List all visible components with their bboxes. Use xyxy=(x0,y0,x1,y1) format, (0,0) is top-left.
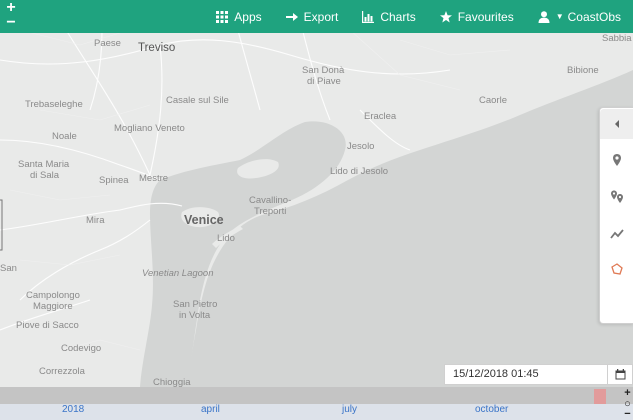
nav-favourites-label: Favourites xyxy=(457,9,514,24)
nav-apps-label: Apps xyxy=(234,9,262,24)
map-label-trebaseleghe: Trebaseleghe xyxy=(25,99,83,110)
map-label-lido-jesolo: Lido di Jesolo xyxy=(330,166,389,177)
map-label-di-sala: di Sala xyxy=(30,170,60,181)
map-label-in-volta: in Volta xyxy=(179,310,211,321)
map-label-treviso: Treviso xyxy=(138,42,176,54)
timeline-label-october[interactable]: october xyxy=(475,404,508,415)
timeline-zoom-out-button[interactable]: − xyxy=(622,409,633,420)
map-label-mogliano: Mogliano Veneto xyxy=(114,123,185,134)
line-tool-button[interactable] xyxy=(600,219,633,249)
nav-export-label: Export xyxy=(303,9,339,24)
nav-charts[interactable]: Charts xyxy=(350,0,427,33)
map-marker-icon xyxy=(613,154,621,166)
map-label-di-piave: di Piave xyxy=(307,76,341,87)
map-label-lido: Lido xyxy=(217,233,235,244)
map-label-correzzola: Correzzola xyxy=(39,366,85,377)
timeline-label-april[interactable]: april xyxy=(201,404,220,415)
bar-chart-icon xyxy=(362,10,375,23)
map-label-cavallino: Cavallino- xyxy=(249,195,292,206)
map-label-casale: Casale sul Sile xyxy=(166,95,229,106)
map-canvas[interactable] xyxy=(0,0,633,420)
map-label-treporti: Treporti xyxy=(254,206,287,217)
line-chart-icon xyxy=(610,229,624,239)
polygon-tool-button[interactable] xyxy=(600,254,633,284)
map-label-campolongo: Campolongo xyxy=(26,290,80,301)
zoom-out-button[interactable]: − xyxy=(2,15,20,31)
map-label-santa-maria: Santa Maria xyxy=(18,159,70,170)
timeline-label-2018[interactable]: 2018 xyxy=(62,404,84,415)
map-label-spinea: Spinea xyxy=(99,175,129,186)
map-label-mira: Mira xyxy=(86,215,105,226)
map-label-caorle: Caorle xyxy=(479,95,507,106)
map-label-san: San xyxy=(0,263,17,274)
star-icon xyxy=(439,10,452,22)
calendar-icon xyxy=(615,369,625,380)
map-label-mestre: Mestre xyxy=(139,173,169,184)
nav-menu: Apps Export Charts Favourites ▼ CoastObs xyxy=(204,0,633,33)
map-label-codevigo: Codevigo xyxy=(61,343,102,354)
multi-point-tool-button[interactable] xyxy=(600,182,633,212)
timeline[interactable] xyxy=(0,387,633,420)
nav-user-label: CoastObs xyxy=(567,9,621,24)
top-navbar: + − Apps Export Charts Favourites ▼ Coas… xyxy=(0,0,633,33)
timeline-axis[interactable] xyxy=(0,404,633,420)
map-label-piove: Piove di Sacco xyxy=(16,320,79,331)
grid-icon xyxy=(216,10,229,23)
map-label-san-pietro: San Pietro xyxy=(173,299,218,310)
map-label-bibione: Bibione xyxy=(567,65,599,76)
user-icon xyxy=(538,10,550,23)
map-label-jesolo: Jesolo xyxy=(347,141,375,152)
nav-user-menu[interactable]: ▼ CoastObs xyxy=(526,0,633,33)
chevron-down-icon: ▼ xyxy=(555,12,564,21)
nav-favourites[interactable]: Favourites xyxy=(428,0,526,33)
timeline-current-marker[interactable] xyxy=(594,389,606,405)
map-label-venice: Venice xyxy=(184,213,224,227)
polygon-icon xyxy=(611,263,623,275)
nav-apps[interactable]: Apps xyxy=(204,0,273,33)
map-label-paese: Paese xyxy=(94,38,121,49)
calendar-button[interactable] xyxy=(607,364,633,385)
point-tool-button[interactable] xyxy=(600,145,633,175)
map-label-sabbia: Sabbia xyxy=(602,33,632,44)
collapse-arrow-icon xyxy=(615,120,619,128)
multi-marker-icon xyxy=(611,190,623,203)
map-label-noale: Noale xyxy=(52,131,77,142)
export-arrow-icon xyxy=(285,12,298,21)
map-label-eraclea: Eraclea xyxy=(364,111,397,122)
timeline-label-july[interactable]: july xyxy=(342,404,357,415)
map-label-maggiore: Maggiore xyxy=(33,301,73,312)
nav-charts-label: Charts xyxy=(380,9,416,24)
nav-export[interactable]: Export xyxy=(274,0,351,33)
map-label-venetian-lagoon: Venetian Lagoon xyxy=(142,268,214,279)
collapse-panel-button[interactable] xyxy=(600,109,633,139)
map-label-san-dona: San Donà xyxy=(302,65,345,76)
datetime-input[interactable] xyxy=(444,364,607,385)
map-tools-panel xyxy=(599,107,633,324)
